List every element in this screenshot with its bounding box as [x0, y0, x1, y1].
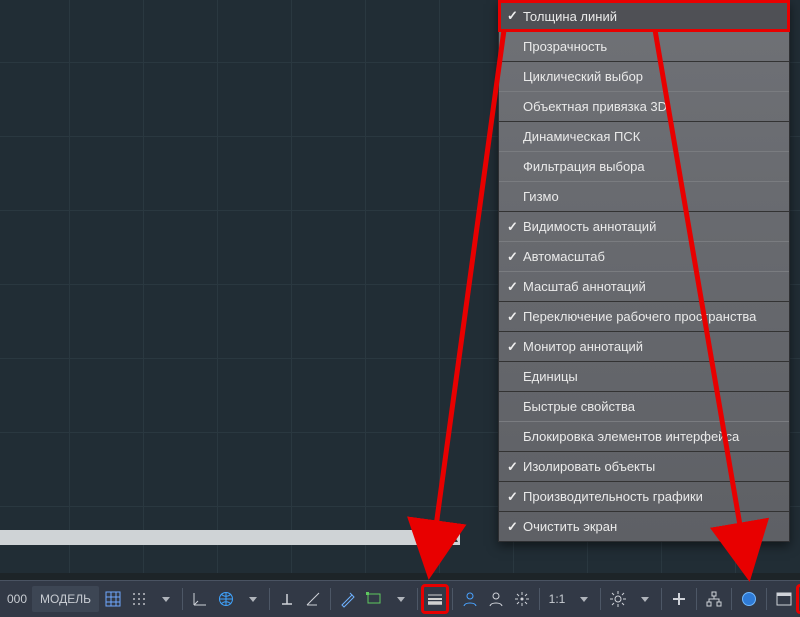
checkmark-icon: ✓	[507, 519, 523, 535]
menu-item[interactable]: Динамическая ПСК	[499, 121, 789, 151]
menu-item[interactable]: Циклический выбор	[499, 61, 789, 91]
menu-item[interactable]: ✓Толщина линий	[499, 1, 789, 31]
menu-item-label: Переключение рабочего пространства	[523, 309, 756, 324]
menu-item[interactable]: ✓Масштаб аннотаций	[499, 271, 789, 301]
statusbar-customize-menu: ✓Толщина линийПрозрачностьЦиклический вы…	[498, 0, 790, 542]
menu-item-label: Объектная привязка 3D	[523, 99, 667, 114]
menu-item[interactable]: ✓Монитор аннотаций	[499, 331, 789, 361]
menu-item-label: Динамическая ПСК	[523, 129, 640, 144]
menu-item[interactable]: Объектная привязка 3D	[499, 91, 789, 121]
angle-icon[interactable]	[301, 586, 325, 612]
lineweight-icon[interactable]	[423, 586, 447, 612]
checkmark-icon: ✓	[507, 339, 523, 355]
menu-item[interactable]: ✓Переключение рабочего пространства	[499, 301, 789, 331]
dropdown-caret[interactable]	[571, 586, 595, 612]
menu-item-label: Гизмо	[523, 189, 559, 204]
separator	[417, 588, 418, 610]
dropdown-caret[interactable]	[153, 586, 177, 612]
menu-item[interactable]: ✓Производительность графики	[499, 481, 789, 511]
menu-item[interactable]: Единицы	[499, 361, 789, 391]
separator	[452, 588, 453, 610]
separator	[539, 588, 540, 610]
menu-item-label: Видимость аннотаций	[523, 219, 656, 234]
menu-item[interactable]: ✓Автомасштаб	[499, 241, 789, 271]
globe-icon[interactable]	[214, 586, 238, 612]
menu-item[interactable]: ✓Очистить экран	[499, 511, 789, 541]
separator	[269, 588, 270, 610]
menu-item-label: Толщина линий	[523, 9, 617, 24]
rectangle-icon[interactable]	[362, 586, 386, 612]
menu-item-label: Монитор аннотаций	[523, 339, 643, 354]
separator	[330, 588, 331, 610]
menu-item-label: Очистить экран	[523, 519, 617, 534]
draft-icon[interactable]	[336, 586, 360, 612]
dropdown-caret[interactable]	[632, 586, 656, 612]
menu-item-label: Изолировать объекты	[523, 459, 655, 474]
grid-display-icon[interactable]	[101, 586, 125, 612]
horizontal-scrollbar[interactable]	[0, 530, 460, 545]
menu-item-label: Автомасштаб	[523, 249, 605, 264]
menu-item-label: Масштаб аннотаций	[523, 279, 646, 294]
dropdown-caret[interactable]	[388, 586, 412, 612]
menu-item-label: Единицы	[523, 369, 578, 384]
grid-dots-icon[interactable]	[127, 586, 151, 612]
perpendicular-icon[interactable]	[275, 586, 299, 612]
spread-icon[interactable]	[510, 586, 534, 612]
status-bar: 000 МОДЕЛЬ 1:1	[0, 580, 800, 617]
menu-item-label: Прозрачность	[523, 39, 607, 54]
menu-item-label: Производительность графики	[523, 489, 703, 504]
menu-item[interactable]: Быстрые свойства	[499, 391, 789, 421]
menu-item-label: Фильтрация выбора	[523, 159, 645, 174]
dropdown-caret[interactable]	[240, 586, 264, 612]
menu-item-label: Быстрые свойства	[523, 399, 635, 414]
ucs-icon[interactable]	[188, 586, 212, 612]
coord-readout: 000	[4, 586, 30, 612]
checkmark-icon: ✓	[507, 8, 523, 24]
separator	[182, 588, 183, 610]
circle-icon[interactable]	[737, 586, 761, 612]
checkmark-icon: ✓	[507, 309, 523, 325]
person-icon[interactable]	[458, 586, 482, 612]
menu-item-label: Циклический выбор	[523, 69, 643, 84]
scrollbar-up-triangle[interactable]	[446, 532, 458, 542]
separator	[696, 588, 697, 610]
menu-item[interactable]: Гизмо	[499, 181, 789, 211]
separator	[600, 588, 601, 610]
checkmark-icon: ✓	[507, 459, 523, 475]
checkmark-icon: ✓	[507, 249, 523, 265]
model-button[interactable]: МОДЕЛЬ	[32, 586, 99, 612]
person2-icon[interactable]	[484, 586, 508, 612]
separator	[661, 588, 662, 610]
checkmark-icon: ✓	[507, 489, 523, 505]
window-icon[interactable]	[772, 586, 796, 612]
menu-item[interactable]: ✓Изолировать объекты	[499, 451, 789, 481]
plus-icon[interactable]	[667, 586, 691, 612]
annotation-scale-label[interactable]: 1:1	[545, 586, 569, 612]
gear-icon[interactable]	[606, 586, 630, 612]
menu-item[interactable]: ✓Видимость аннотаций	[499, 211, 789, 241]
checkmark-icon: ✓	[507, 279, 523, 295]
checkmark-icon: ✓	[507, 219, 523, 235]
menu-item-label: Блокировка элементов интерфейса	[523, 429, 739, 444]
separator	[766, 588, 767, 610]
menu-item[interactable]: Блокировка элементов интерфейса	[499, 421, 789, 451]
separator	[731, 588, 732, 610]
menu-item[interactable]: Фильтрация выбора	[499, 151, 789, 181]
tree-icon[interactable]	[702, 586, 726, 612]
menu-item[interactable]: Прозрачность	[499, 31, 789, 61]
